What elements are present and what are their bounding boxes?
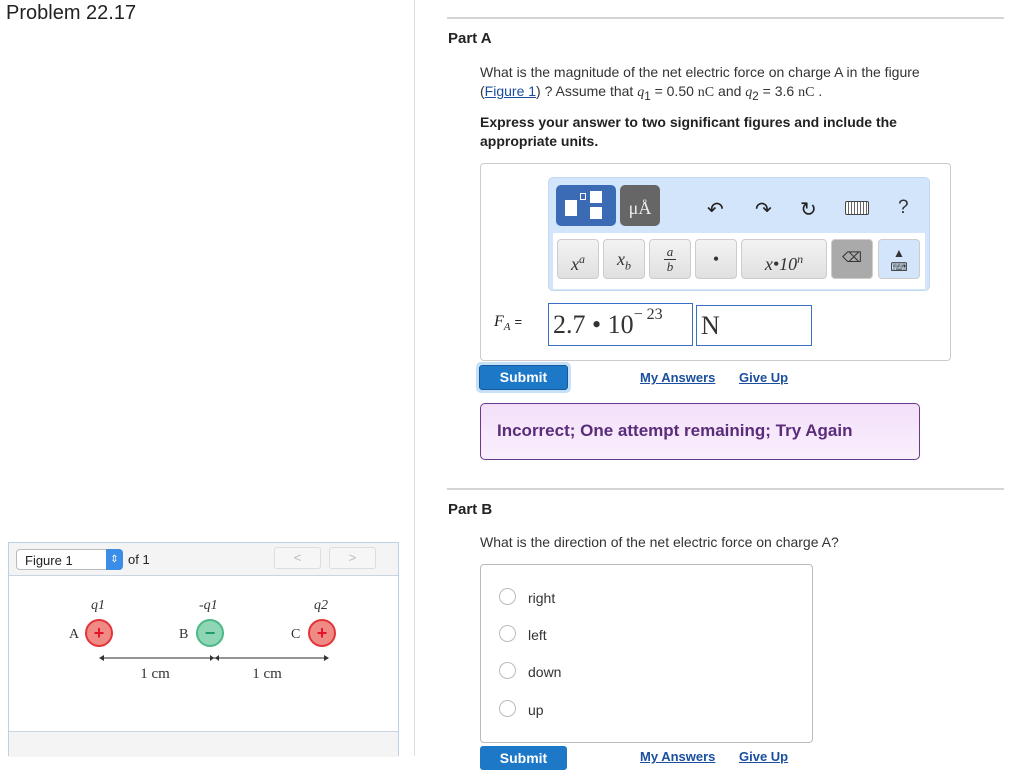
templates-icon-part xyxy=(590,207,602,219)
figure-count: of 1 xyxy=(128,552,150,567)
btn-den: b xyxy=(666,259,674,274)
charge-diagram: q1 -q1 q2 A B C + − + 1 cm 1 cm xyxy=(69,598,336,682)
divider xyxy=(447,17,1004,19)
figure-footer xyxy=(9,731,398,757)
backspace-button[interactable]: ⌫ xyxy=(831,239,873,279)
charge-label-c: C xyxy=(291,627,300,642)
unit: nC xyxy=(697,85,715,100)
btn-sci: x•10 xyxy=(764,254,798,274)
help-button[interactable]: ? xyxy=(898,197,909,219)
distance-bc: 1 cm xyxy=(252,666,282,682)
figure-link[interactable]: Figure 1 xyxy=(485,83,536,99)
dot-button[interactable]: • xyxy=(695,239,737,279)
equals: = xyxy=(514,314,523,329)
option-label: right xyxy=(528,590,556,606)
toggle-keyboard-button[interactable]: ▲ ⌨ xyxy=(878,239,920,279)
btn-num: a xyxy=(664,245,676,260)
f-sub: A xyxy=(503,321,511,334)
value-exponent: − 23 xyxy=(633,306,663,324)
templates-button[interactable] xyxy=(556,185,616,226)
value-mantissa: 2.7 • 10 xyxy=(553,310,634,339)
backspace-icon: ⌫ xyxy=(842,251,862,266)
scientific-notation-button[interactable]: x•10n xyxy=(741,239,827,279)
radio-button[interactable] xyxy=(499,625,516,642)
units-button[interactable]: μÅ xyxy=(620,185,660,226)
answer-label: FA = xyxy=(494,313,522,333)
next-figure-button[interactable]: > xyxy=(329,547,376,569)
unit: nC xyxy=(798,85,815,100)
toolbar-row: xa xb ab • x•10n ⌫ ▲ ⌨ xyxy=(553,233,925,289)
left-panel: Problem 22.17 Figure 1 ⇕ of 1 < > q1 -q1 … xyxy=(0,0,415,757)
part-b-submit-button[interactable]: Submit xyxy=(480,746,567,770)
templates-icon-part xyxy=(580,193,586,200)
fraction-button[interactable]: ab xyxy=(649,239,691,279)
minus-sign: − xyxy=(205,623,216,643)
f-symbol: F xyxy=(494,313,504,330)
subscript-button[interactable]: xb xyxy=(603,239,645,279)
btn-sub: b xyxy=(625,258,631,273)
prev-figure-button[interactable]: < xyxy=(274,547,321,569)
question-text: What is the magnitude of the net electri… xyxy=(480,64,920,80)
chevron-updown-icon: ⇕ xyxy=(106,549,123,570)
charge-name-c: q2 xyxy=(314,598,328,613)
figure-header: Figure 1 ⇕ of 1 < > xyxy=(9,543,398,576)
keyboard-icon[interactable] xyxy=(845,201,869,215)
part-b-my-answers-link[interactable]: My Answers xyxy=(640,749,715,764)
part-a-question: What is the magnitude of the net electri… xyxy=(480,64,920,103)
templates-icon xyxy=(565,200,577,216)
templates-icon-part xyxy=(590,191,602,203)
part-b-give-up-link[interactable]: Give Up xyxy=(739,749,788,764)
option-label: up xyxy=(528,702,544,718)
part-b-heading: Part B xyxy=(448,501,493,518)
and-text: and xyxy=(718,83,742,99)
submit-label: Submit xyxy=(479,365,568,390)
radio-button[interactable] xyxy=(499,662,516,679)
undo-icon[interactable]: ↶ xyxy=(707,197,724,222)
btn-sup: n xyxy=(797,252,804,266)
figure-select[interactable]: Figure 1 ⇕ xyxy=(16,549,123,570)
answer-unit-input[interactable]: N xyxy=(696,305,812,346)
part-b-question: What is the direction of the net electri… xyxy=(480,534,839,550)
part-a-instruction: Express your answer to two significant f… xyxy=(480,114,897,149)
question-text: ? Assume that xyxy=(544,83,634,99)
math-toolbar: μÅ ↶ ↷ ↻ ? xa xb ab • x•10n ⌫ ▲ ⌨ xyxy=(548,177,930,291)
feedback-message: Incorrect; One attempt remaining; Try Ag… xyxy=(480,403,920,460)
q2-sub: 2 xyxy=(752,89,759,103)
charge-name-a: q1 xyxy=(91,598,105,613)
figure-select-value: Figure 1 xyxy=(25,553,73,568)
answer-value-input[interactable]: 2.7 • 10− 23 xyxy=(548,303,693,346)
q1-sub: 1 xyxy=(644,89,651,103)
give-up-link[interactable]: Give Up xyxy=(739,370,788,385)
q1-value: = 0.50 xyxy=(654,83,694,99)
my-answers-link[interactable]: My Answers xyxy=(640,370,715,385)
part-a-heading: Part A xyxy=(448,30,492,47)
period: . xyxy=(818,83,823,99)
charge-name-b: -q1 xyxy=(199,598,218,613)
btn-x: x xyxy=(617,249,625,269)
btn-sup: a xyxy=(579,252,585,266)
radio-button[interactable] xyxy=(499,700,516,717)
divider xyxy=(447,488,1004,490)
radio-button[interactable] xyxy=(499,588,516,605)
plus-sign: + xyxy=(317,623,328,643)
keyboard-up-icon: ▲ ⌨ xyxy=(890,246,908,274)
redo-icon[interactable]: ↷ xyxy=(755,197,772,222)
distance-ab: 1 cm xyxy=(140,666,170,682)
btn-x: x xyxy=(571,254,579,274)
charge-label-b: B xyxy=(179,627,188,642)
plus-sign: + xyxy=(94,623,105,643)
problem-title: Problem 22.17 xyxy=(6,2,137,24)
figure-panel: Figure 1 ⇕ of 1 < > q1 -q1 q2 A B C + − +… xyxy=(8,542,399,757)
superscript-button[interactable]: xa xyxy=(557,239,599,279)
charge-label-a: A xyxy=(69,627,80,642)
option-label: left xyxy=(528,627,547,643)
q2-value: = 3.6 xyxy=(762,83,795,99)
options-box: right left down up xyxy=(480,564,813,743)
option-label: down xyxy=(528,664,562,680)
reset-icon[interactable]: ↻ xyxy=(800,197,817,222)
submit-button[interactable]: Submit xyxy=(476,362,571,393)
